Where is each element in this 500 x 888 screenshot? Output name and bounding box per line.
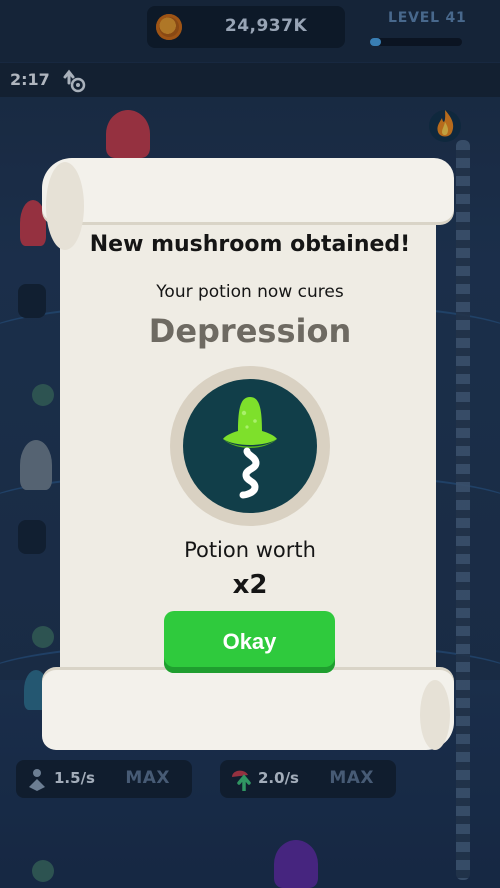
mushroom-badge [170,366,330,526]
cured-disease: Depression [148,312,352,350]
mushroom-badge-inner [183,379,317,513]
okay-button[interactable]: Okay [164,611,335,673]
potion-multiplier: x2 [232,570,268,600]
potion-worth-label: Potion worth [184,538,316,562]
okay-button-label: Okay [222,629,277,654]
scroll-bottom-roll [42,670,454,750]
dialog-subtitle: Your potion now cures [156,282,344,302]
scroll-top-roll [42,158,454,250]
scroll-curl [420,680,450,750]
dialog-title: New mushroom obtained! [89,232,411,257]
green-mushroom-icon [223,397,277,499]
